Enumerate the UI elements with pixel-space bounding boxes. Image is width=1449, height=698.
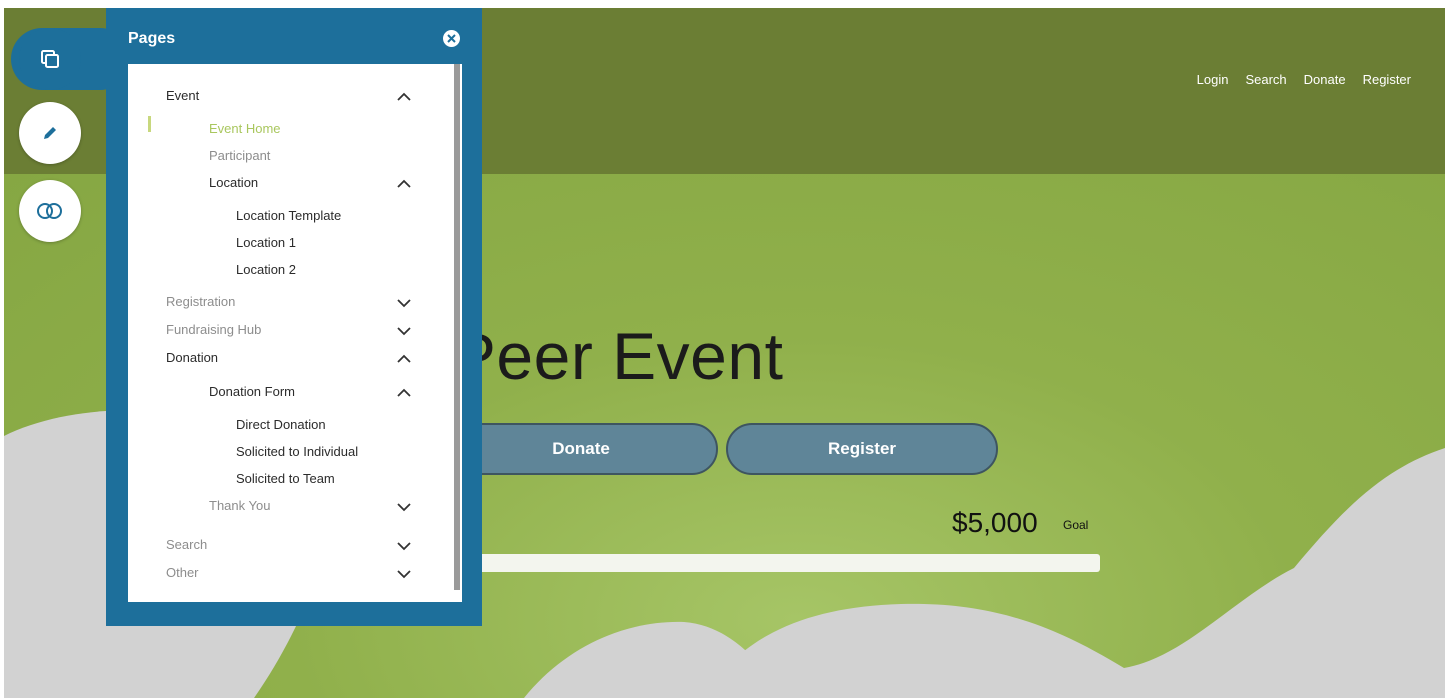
chevron-down-icon[interactable] [396,568,412,580]
register-button[interactable]: Register [726,423,998,475]
toggle-icon [37,203,62,219]
pages-panel: Pages Event Event Home Participant Location… [106,8,482,626]
pages-tree: Event Event Home Participant Location Locati… [128,64,462,602]
page-tree-item[interactable]: Other [166,565,199,580]
page-tree-item[interactable]: Fundraising Hub [166,322,261,337]
page-tree-item[interactable]: Donation [166,350,218,365]
page-tree-item[interactable]: Event [166,88,199,103]
goal-label: Goal [1063,518,1089,532]
chevron-down-icon[interactable] [396,540,412,552]
page-tree-item[interactable]: Solicited to Team [236,471,335,486]
pencil-icon [44,127,56,139]
close-x-glyph [447,34,456,43]
copy-pages-icon [41,50,59,68]
page-tree-item[interactable]: Location 2 [236,262,296,277]
page-tree-item[interactable]: Direct Donation [236,417,326,432]
nav-register-link[interactable]: Register [1363,72,1411,87]
page-tree-item[interactable]: Donation Form [209,384,295,399]
page-tree-item[interactable]: Registration [166,294,235,309]
chevron-down-icon[interactable] [396,325,412,337]
top-navigation: Login Search Donate Register [1197,72,1411,87]
close-icon[interactable] [443,30,460,47]
page-tree-item[interactable]: Location [209,175,258,190]
nav-donate-link[interactable]: Donate [1304,72,1346,87]
page-tree-item[interactable]: Event Home [209,121,281,136]
panel-scrollbar[interactable] [454,64,460,590]
chevron-up-icon[interactable] [396,353,412,365]
nav-login-link[interactable]: Login [1197,72,1229,87]
goal-amount: $5,000 [952,507,1038,538]
panel-title: Pages [128,30,176,47]
page-tree-item[interactable]: Participant [209,148,270,163]
page-tree-item[interactable]: Thank You [209,498,270,513]
active-page-indicator [148,116,151,132]
chevron-down-icon[interactable] [396,501,412,513]
page-tree-item[interactable]: Solicited to Individual [236,444,358,459]
chevron-up-icon[interactable] [396,178,412,190]
toggle-tool-button[interactable] [19,180,81,242]
page-tree-item[interactable]: Location Template [236,208,341,223]
chevron-up-icon[interactable] [396,91,412,103]
nav-search-link[interactable]: Search [1245,72,1286,87]
chevron-down-icon[interactable] [396,297,412,309]
chevron-up-icon[interactable] [396,387,412,399]
page-tree-item[interactable]: Location 1 [236,235,296,250]
edit-tool-button[interactable] [19,102,81,164]
page-tree-item[interactable]: Search [166,537,207,552]
pages-tool-button[interactable] [19,28,81,90]
